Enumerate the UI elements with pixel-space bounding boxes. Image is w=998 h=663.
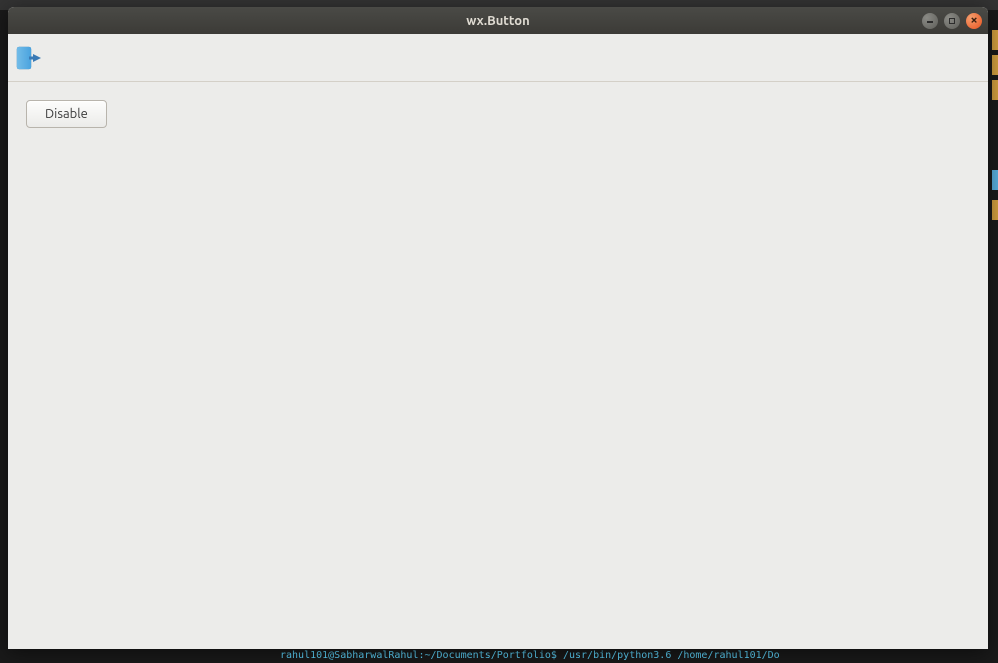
terminal-text: rahul101@SabharwalRahul:~/Documents/Port… (280, 650, 780, 661)
maximize-button[interactable] (944, 13, 960, 29)
content-panel: Disable (8, 82, 988, 649)
toolbar (8, 34, 988, 82)
exit-icon (15, 44, 43, 72)
background-right-markers (990, 20, 998, 320)
background-terminal: rahul101@SabharwalRahul:~/Documents/Port… (0, 648, 998, 663)
window-controls (922, 13, 982, 29)
window-title: wx.Button (466, 14, 530, 28)
marker (992, 30, 998, 50)
application-window: wx.Button Disable (8, 7, 988, 649)
close-button[interactable] (966, 13, 982, 29)
marker (992, 80, 998, 100)
exit-toolbar-button[interactable] (10, 39, 48, 77)
titlebar[interactable]: wx.Button (8, 7, 988, 34)
marker (992, 200, 998, 220)
marker (992, 55, 998, 75)
disable-button[interactable]: Disable (26, 100, 107, 128)
minimize-button[interactable] (922, 13, 938, 29)
marker (992, 170, 998, 190)
